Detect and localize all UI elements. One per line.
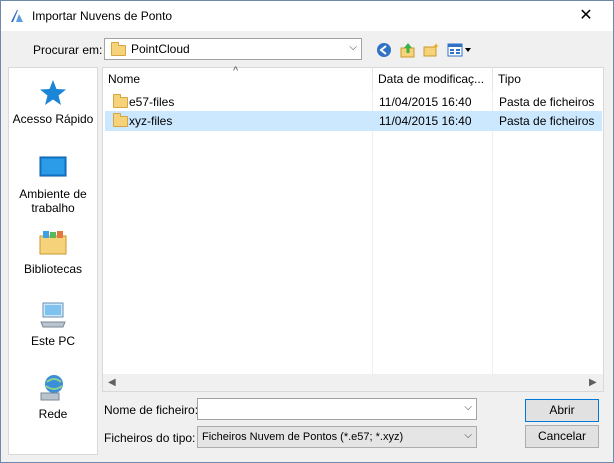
folder-icon bbox=[113, 113, 128, 127]
folder-icon bbox=[111, 42, 126, 56]
column-header-date[interactable]: Data de modificaç... bbox=[373, 68, 493, 90]
filetype-label: Ficheiros do tipo: bbox=[104, 431, 196, 445]
places-bar: Acesso Rápido Ambiente de trabalho Bibli… bbox=[8, 67, 98, 455]
chevron-down-icon[interactable]: ⌵ bbox=[464, 430, 472, 441]
cancel-button[interactable]: Cancelar bbox=[525, 425, 599, 448]
place-quick-access[interactable]: Acesso Rápido bbox=[9, 78, 97, 126]
place-label: Acesso Rápido bbox=[12, 112, 94, 126]
row-name: e57-files bbox=[129, 95, 175, 109]
back-icon[interactable] bbox=[376, 42, 392, 58]
filename-label: Nome de ficheiro: bbox=[104, 403, 199, 417]
star-icon bbox=[40, 80, 66, 105]
filetype-value: Ficheiros Nuvem de Pontos (*.e57; *.xyz) bbox=[202, 431, 404, 443]
column-header-name[interactable]: Nome ^ bbox=[103, 65, 373, 90]
place-label: Ambiente de trabalho bbox=[19, 187, 87, 215]
view-menu-icon[interactable] bbox=[447, 42, 473, 58]
row-type: Pasta de ficheiros bbox=[499, 95, 595, 109]
network-icon bbox=[40, 375, 63, 401]
chevron-down-icon[interactable]: ⌵ bbox=[349, 42, 357, 53]
desktop-icon bbox=[39, 156, 67, 177]
title-bar: Importar Nuvens de Ponto ✕ bbox=[1, 1, 613, 31]
close-icon[interactable]: ✕ bbox=[571, 5, 601, 27]
window-title: Importar Nuvens de Ponto bbox=[32, 9, 173, 23]
chevron-down-icon[interactable]: ⌵ bbox=[464, 402, 472, 413]
up-folder-icon[interactable] bbox=[400, 42, 416, 58]
place-label: Este PC bbox=[30, 334, 75, 348]
horizontal-scrollbar[interactable]: ◀ ▶ bbox=[103, 374, 603, 391]
scroll-right-icon[interactable]: ▶ bbox=[589, 374, 597, 391]
lookin-value: PointCloud bbox=[131, 42, 190, 56]
place-libraries[interactable]: Bibliotecas bbox=[9, 228, 97, 276]
computer-icon bbox=[40, 302, 66, 328]
place-label: Rede bbox=[38, 407, 68, 421]
row-date: 11/04/2015 16:40 bbox=[379, 95, 472, 109]
filename-input[interactable]: ⌵ bbox=[197, 398, 477, 420]
place-this-pc[interactable]: Este PC bbox=[9, 300, 97, 348]
file-list[interactable]: Nome ^ Data de modificaç... Tipo e57-fil… bbox=[102, 65, 604, 392]
place-network[interactable]: Rede bbox=[9, 373, 97, 421]
filetype-select[interactable]: Ficheiros Nuvem de Pontos (*.e57; *.xyz)… bbox=[197, 426, 477, 448]
column-header-type[interactable]: Tipo bbox=[493, 68, 603, 90]
libraries-icon bbox=[39, 231, 67, 255]
row-name: xyz-files bbox=[129, 114, 173, 128]
place-label: Bibliotecas bbox=[23, 262, 83, 276]
open-button[interactable]: Abrir bbox=[525, 399, 599, 422]
row-type: Pasta de ficheiros bbox=[499, 114, 595, 128]
row-date: 11/04/2015 16:40 bbox=[379, 114, 472, 128]
folder-icon bbox=[113, 94, 128, 108]
scroll-left-icon[interactable]: ◀ bbox=[108, 374, 116, 391]
lookin-label: Procurar em: bbox=[33, 43, 103, 57]
import-dialog: Importar Nuvens de Ponto ✕ Procurar em: … bbox=[0, 0, 614, 463]
app-logo-icon bbox=[11, 10, 23, 22]
lookin-combo[interactable]: PointCloud ⌵ bbox=[104, 38, 362, 60]
place-desktop[interactable]: Ambiente de trabalho bbox=[9, 153, 97, 215]
column-divider bbox=[372, 90, 373, 374]
sort-ascending-icon: ^ bbox=[233, 65, 239, 77]
table-row[interactable]: xyz-files 11/04/2015 16:40 Pasta de fich… bbox=[105, 111, 602, 131]
column-divider bbox=[492, 90, 493, 374]
new-folder-icon[interactable] bbox=[423, 42, 439, 58]
table-row[interactable]: e57-files 11/04/2015 16:40 Pasta de fich… bbox=[105, 92, 602, 112]
